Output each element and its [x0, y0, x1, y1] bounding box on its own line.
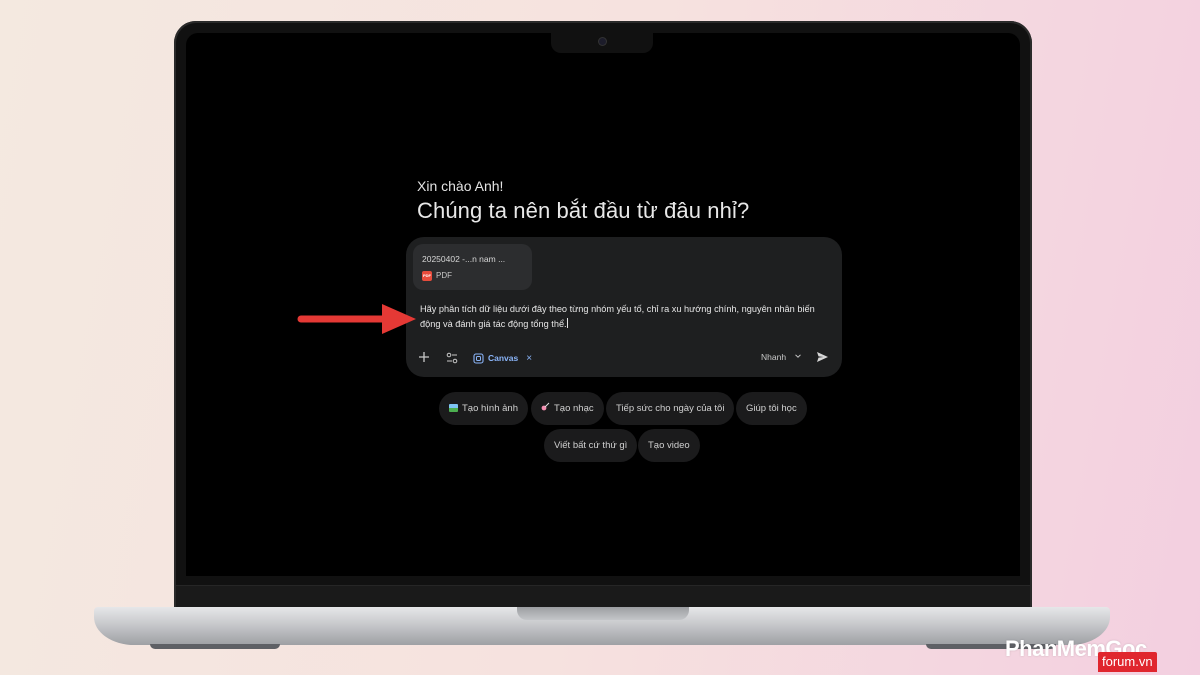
suggestion-chip-create-music[interactable]: Tạo nhạc: [531, 392, 604, 425]
suggestion-label: Tạo hình ảnh: [462, 403, 518, 414]
canvas-icon: [473, 352, 484, 364]
text-cursor: [566, 318, 568, 328]
lid-opening-groove: [517, 607, 689, 620]
chevron-down-icon: [795, 354, 802, 358]
attachment-chip[interactable]: [413, 244, 532, 290]
image-icon: [449, 404, 458, 412]
annotation-arrow: [297, 304, 416, 334]
laptop-foot-left: [150, 644, 280, 649]
suggestion-label: Tiếp sức cho ngày của tôi: [616, 403, 725, 414]
page-title: Chúng ta nên bắt đầu từ đâu nhỉ?: [417, 198, 750, 223]
watermark-badge: forum.vn: [1098, 652, 1157, 672]
suggestion-chip-boost-day[interactable]: Tiếp sức cho ngày của tôi: [606, 392, 735, 425]
suggestion-label: Tạo video: [648, 440, 690, 451]
send-icon: [817, 352, 828, 362]
model-selector[interactable]: Nhanh: [761, 352, 802, 362]
suggestion-chip-write-anything[interactable]: Viết bất cứ thứ gì: [544, 429, 638, 462]
model-label: Nhanh: [761, 352, 787, 362]
canvas-tool-chip[interactable]: Canvas ×: [473, 351, 532, 365]
attachment-name: 20250402 -...n nam ...: [422, 254, 506, 264]
greeting-text: Xin chào Anh!: [417, 178, 504, 194]
suggestion-label: Giúp tôi học: [746, 403, 797, 414]
suggestion-chip-help-learn[interactable]: Giúp tôi học: [736, 392, 807, 425]
attachment-type: PDF: [436, 271, 452, 280]
suggestion-label: Tạo nhạc: [554, 403, 594, 414]
prompt-input[interactable]: Hãy phân tích dữ liệu dưới đây theo từng…: [420, 302, 830, 332]
pdf-file-icon: PDF: [422, 271, 432, 281]
prompt-text: Hãy phân tích dữ liệu dưới đây theo từng…: [420, 304, 815, 329]
guitar-icon: [541, 392, 550, 425]
tools-sliders-icon[interactable]: [446, 352, 458, 366]
canvas-label: Canvas: [488, 353, 519, 363]
suggestion-chip-create-video[interactable]: Tạo video: [638, 429, 700, 462]
suggestion-chip-create-image[interactable]: Tạo hình ảnh: [439, 392, 528, 425]
screen-bezel-bottom: [176, 585, 1030, 608]
send-button[interactable]: [816, 350, 829, 368]
plus-icon[interactable]: [418, 351, 430, 365]
close-icon[interactable]: ×: [526, 353, 532, 364]
suggestion-label: Viết bất cứ thứ gì: [554, 440, 628, 451]
camera-icon: [599, 38, 606, 45]
